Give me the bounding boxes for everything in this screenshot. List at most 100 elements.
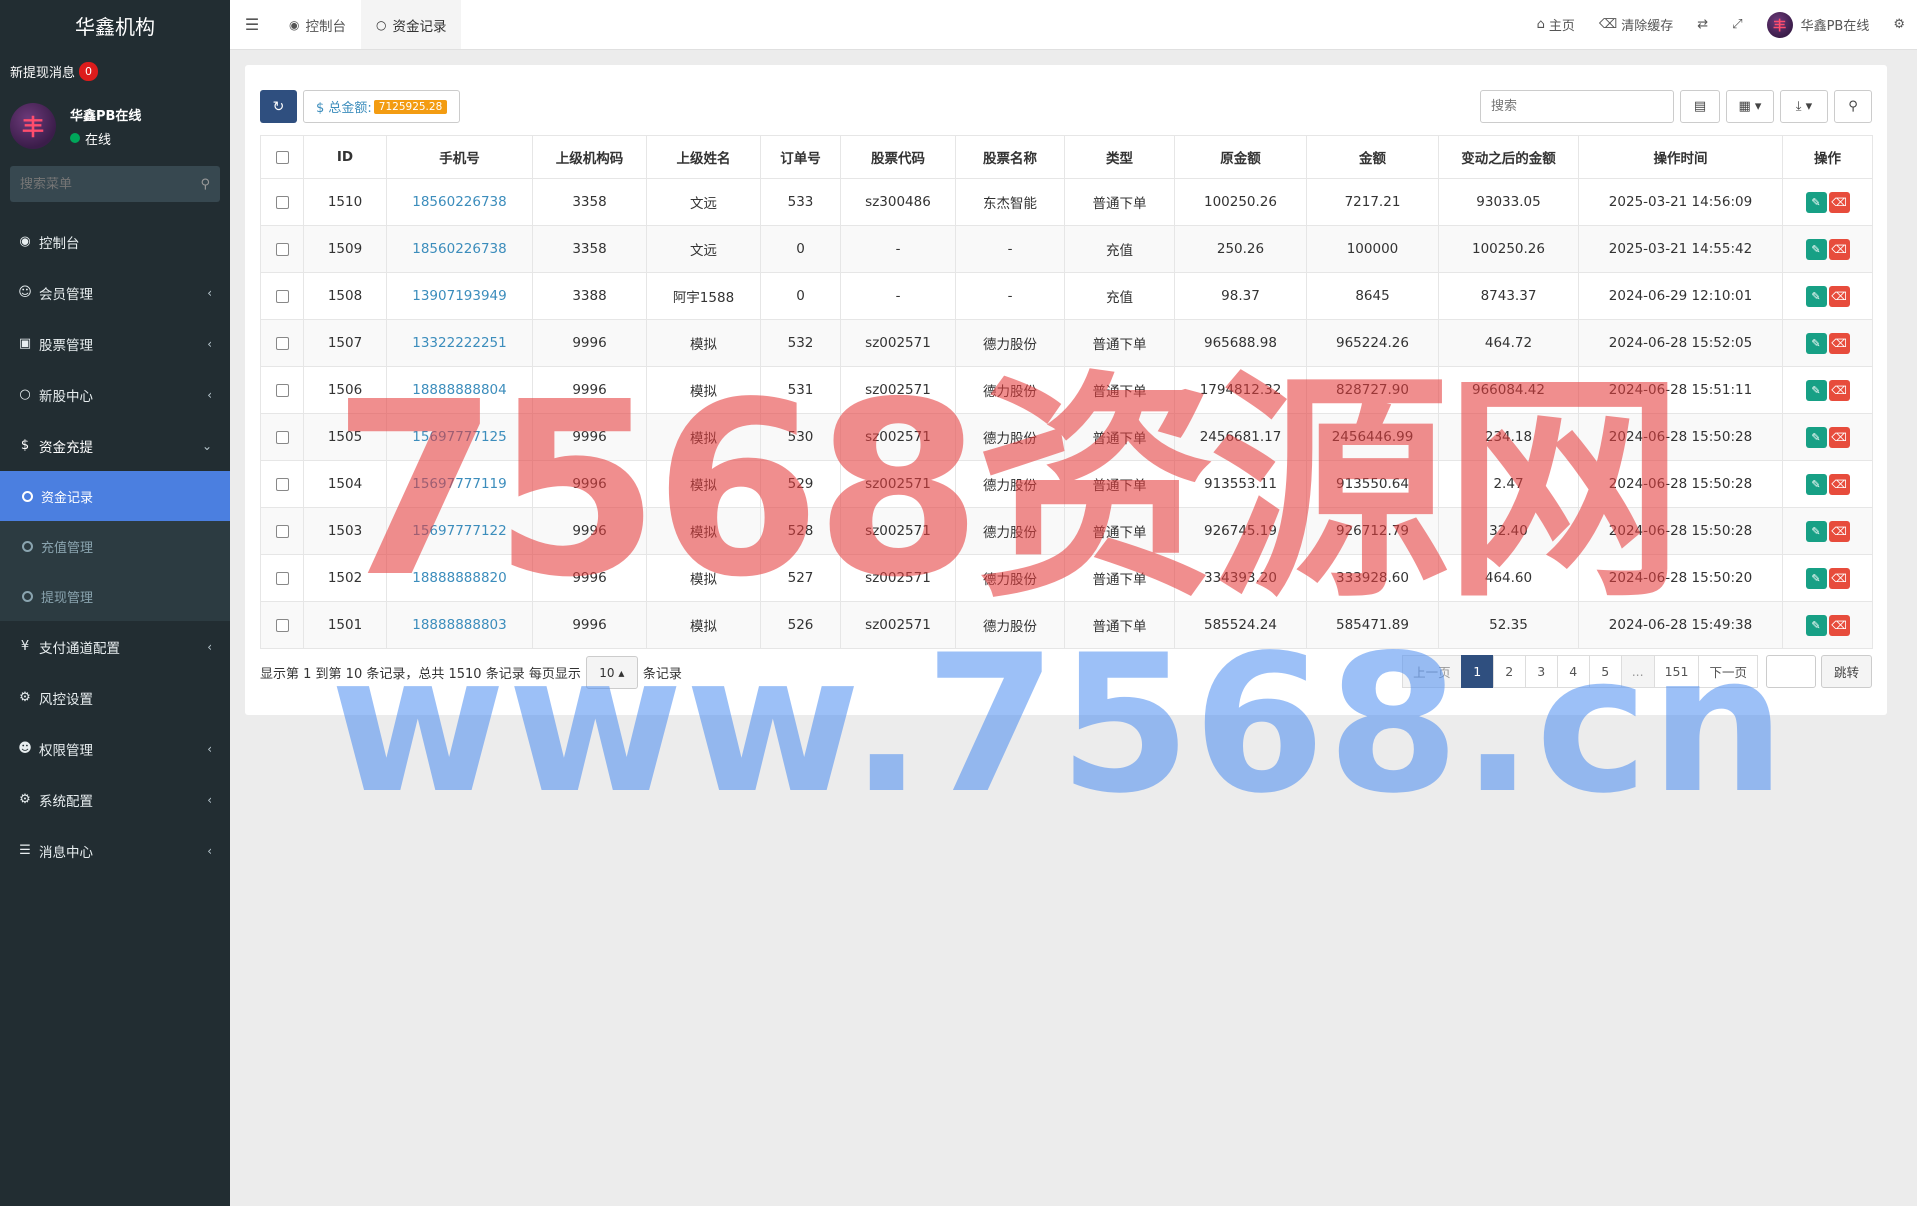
delete-icon[interactable]: ⌫	[1828, 379, 1850, 401]
jump-page-input[interactable]	[1765, 655, 1816, 688]
table-row[interactable]: 1501 18888888803 9996 模拟 526 sz002571 德力股份 普通下单…	[260, 601, 1873, 649]
row-checkbox[interactable]	[260, 601, 304, 649]
column-header[interactable]: 股票代码	[840, 135, 956, 179]
page-button[interactable]: 3	[1524, 655, 1558, 688]
delete-icon[interactable]: ⌫	[1828, 191, 1850, 213]
table-row[interactable]: 1509 18560226738 3358 文远 0- - 充值 250.26 100000 10…	[260, 225, 1873, 273]
column-header[interactable]: 手机号	[386, 135, 533, 179]
sidebar-search-input[interactable]	[20, 176, 201, 192]
sidebar-item-withdraw[interactable]: 提现管理	[0, 571, 230, 621]
sidebar-item-fund-records[interactable]: 资金记录	[0, 471, 230, 521]
table-row[interactable]: 1510 18560226738 3358 文远 533 sz300486 东杰智能 普通下单…	[260, 178, 1873, 226]
table-row[interactable]: 1502 18888888820 9996 模拟 527 sz002571 德力股份 普通下单…	[260, 554, 1873, 602]
column-header[interactable]: ID	[303, 135, 387, 179]
brand-title[interactable]: 华鑫机构	[0, 0, 230, 50]
row-checkbox[interactable]	[260, 225, 304, 273]
sidebar-item-recharge[interactable]: 充值管理	[0, 521, 230, 571]
delete-icon[interactable]: ⌫	[1828, 332, 1850, 354]
sidebar-item-system[interactable]: ⚙ 系统配置 ‹	[0, 774, 230, 825]
per-page-select[interactable]: 10 ▴	[585, 656, 638, 689]
row-checkbox[interactable]	[260, 413, 304, 461]
column-header[interactable]: 原金额	[1174, 135, 1307, 179]
delete-icon[interactable]: ⌫	[1828, 238, 1850, 260]
edit-icon[interactable]: ✎	[1805, 614, 1827, 636]
column-header[interactable]: 操作时间	[1578, 135, 1783, 179]
sidebar-item-dashboard[interactable]: ◉ 控制台	[0, 216, 230, 267]
sidebar-item-risk[interactable]: ⚙ 风控设置	[0, 672, 230, 723]
table-search-input[interactable]	[1480, 90, 1674, 123]
tab-fund-records[interactable]: ○ 资金记录	[360, 0, 462, 49]
column-header[interactable]: 变动之后的金额	[1438, 135, 1579, 179]
page-button[interactable]: 1	[1460, 655, 1494, 688]
phone-link[interactable]: 18888888804	[386, 366, 533, 414]
toggle-view-button[interactable]: ▤	[1680, 90, 1720, 123]
column-header[interactable]: 类型	[1064, 135, 1175, 179]
table-row[interactable]: 1507 13322222251 9996 模拟 532 sz002571 德力股份 普通下单…	[260, 319, 1873, 367]
edit-icon[interactable]: ✎	[1805, 567, 1827, 589]
row-checkbox[interactable]	[260, 319, 304, 367]
tab-dashboard[interactable]: ◉ 控制台	[274, 0, 361, 49]
delete-icon[interactable]: ⌫	[1828, 473, 1850, 495]
delete-icon[interactable]: ⌫	[1828, 426, 1850, 448]
edit-icon[interactable]: ✎	[1805, 426, 1827, 448]
phone-link[interactable]: 15697777125	[386, 413, 533, 461]
phone-link[interactable]: 18560226738	[386, 178, 533, 226]
clear-cache-button[interactable]: ⌫ 清除缓存	[1587, 15, 1685, 34]
settings-gears-icon[interactable]: ⚙	[1881, 17, 1917, 32]
edit-icon[interactable]: ✎	[1805, 285, 1827, 307]
sidebar-item-permissions[interactable]: ☻ 权限管理 ‹	[0, 723, 230, 774]
column-header[interactable]: 订单号	[760, 135, 841, 179]
search-icon[interactable]: ⚲	[200, 177, 210, 192]
row-checkbox[interactable]	[260, 272, 304, 320]
phone-link[interactable]: 13322222251	[386, 319, 533, 367]
sidebar-toggle-icon[interactable]: ☰	[230, 0, 274, 49]
edit-icon[interactable]: ✎	[1805, 238, 1827, 260]
row-checkbox[interactable]	[260, 178, 304, 226]
delete-icon[interactable]: ⌫	[1828, 614, 1850, 636]
select-all-checkbox[interactable]	[260, 135, 304, 179]
phone-link[interactable]: 15697777119	[386, 460, 533, 508]
delete-icon[interactable]: ⌫	[1828, 285, 1850, 307]
language-icon[interactable]: ⇄	[1685, 17, 1720, 32]
page-button[interactable]: 151	[1653, 655, 1700, 688]
column-header[interactable]: 上级姓名	[646, 135, 761, 179]
jump-button[interactable]: 跳转	[1820, 655, 1872, 688]
page-button[interactable]: 5	[1588, 655, 1622, 688]
home-link[interactable]: ⌂ 主页	[1525, 15, 1587, 34]
refresh-button[interactable]: ↻	[260, 90, 297, 123]
edit-icon[interactable]: ✎	[1805, 473, 1827, 495]
edit-icon[interactable]: ✎	[1805, 520, 1827, 542]
sidebar-item-funds[interactable]: $ 资金充提 ⌄	[0, 420, 230, 471]
sidebar-item-members[interactable]: ☺ 会员管理 ‹	[0, 267, 230, 318]
column-header[interactable]: 上级机构码	[532, 135, 647, 179]
sidebar-item-payment-channel[interactable]: ¥ 支付通道配置 ‹	[0, 621, 230, 672]
row-checkbox[interactable]	[260, 507, 304, 555]
column-header[interactable]: 股票名称	[955, 135, 1065, 179]
sidebar-item-stocks[interactable]: ▣ 股票管理 ‹	[0, 318, 230, 369]
table-row[interactable]: 1506 18888888804 9996 模拟 531 sz002571 德力股份 普通下单…	[260, 366, 1873, 414]
phone-link[interactable]: 18888888820	[386, 554, 533, 602]
row-checkbox[interactable]	[260, 366, 304, 414]
columns-button[interactable]: ▦ ▾	[1726, 90, 1774, 123]
user-menu[interactable]: 丰 华鑫PB在线	[1755, 11, 1882, 38]
search-button[interactable]: ⚲	[1834, 90, 1872, 123]
fullscreen-icon[interactable]: ⤢	[1720, 17, 1754, 32]
prev-page-button[interactable]: 上一页	[1402, 655, 1462, 688]
export-button[interactable]: ⤓ ▾	[1780, 90, 1828, 123]
page-button[interactable]: 2	[1492, 655, 1526, 688]
edit-icon[interactable]: ✎	[1805, 191, 1827, 213]
table-row[interactable]: 1503 15697777122 9996 模拟 528 sz002571 德力股份 普通下单…	[260, 507, 1873, 555]
edit-icon[interactable]: ✎	[1805, 379, 1827, 401]
row-checkbox[interactable]	[260, 460, 304, 508]
phone-link[interactable]: 15697777122	[386, 507, 533, 555]
column-header[interactable]: 金额	[1306, 135, 1439, 179]
new-withdraw-notice[interactable]: 新提现消息 0	[0, 50, 230, 92]
table-row[interactable]: 1505 15697777125 9996 模拟 530 sz002571 德力股份 普通下单…	[260, 413, 1873, 461]
page-button[interactable]: 4	[1556, 655, 1590, 688]
phone-link[interactable]: 13907193949	[386, 272, 533, 320]
table-row[interactable]: 1508 13907193949 3388 阿宇1588 0- - 充值 98.37 8645 8…	[260, 272, 1873, 320]
sidebar-item-ipo[interactable]: ○ 新股中心 ‹	[0, 369, 230, 420]
edit-icon[interactable]: ✎	[1805, 332, 1827, 354]
delete-icon[interactable]: ⌫	[1828, 567, 1850, 589]
table-row[interactable]: 1504 15697777119 9996 模拟 529 sz002571 德力股份 普通下单…	[260, 460, 1873, 508]
